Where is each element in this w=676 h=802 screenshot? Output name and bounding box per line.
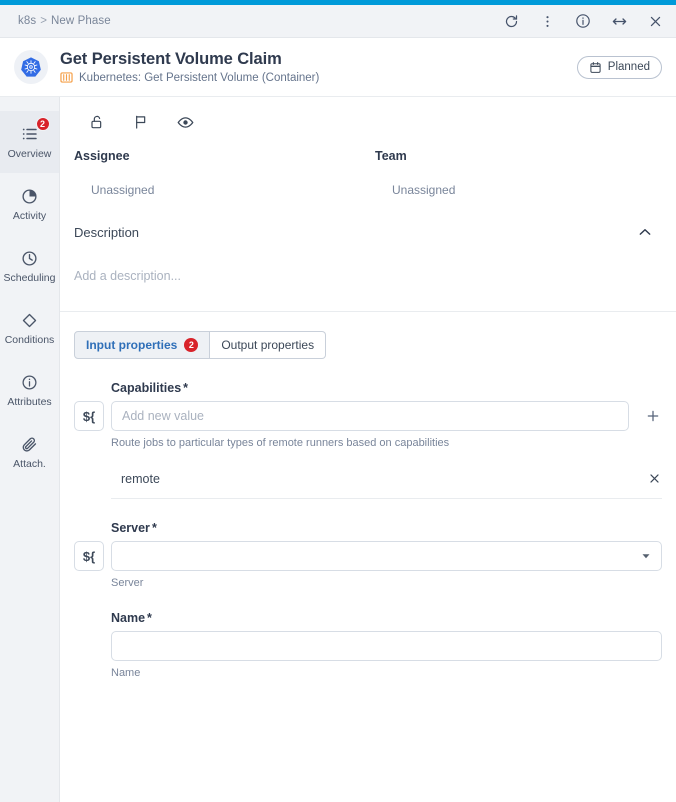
server-help: Server bbox=[111, 577, 144, 589]
description-input[interactable]: Add a description... bbox=[60, 241, 676, 283]
tab-badge: 2 bbox=[184, 338, 199, 352]
plus-icon[interactable] bbox=[644, 407, 662, 425]
capabilities-input[interactable] bbox=[111, 401, 629, 431]
required-marker: * bbox=[147, 611, 152, 625]
close-icon[interactable] bbox=[646, 471, 662, 487]
refresh-icon[interactable] bbox=[502, 12, 520, 30]
field-server: Server * ${ Server bbox=[60, 521, 676, 589]
capabilities-label-text: Capabilities bbox=[111, 381, 182, 395]
title-block: Get Persistent Volume Claim Kubernetes: … bbox=[60, 50, 319, 85]
sidebar-item-attributes[interactable]: Attributes bbox=[0, 359, 59, 421]
page-subtitle-text: Kubernetes: Get Persistent Volume (Conta… bbox=[79, 71, 320, 84]
tab-label: Input properties bbox=[86, 338, 178, 352]
server-label-text: Server bbox=[111, 521, 150, 535]
sidebar-item-scheduling[interactable]: Scheduling bbox=[0, 235, 59, 297]
sidebar-item-overview[interactable]: 2 Overview bbox=[0, 111, 59, 173]
description-header: Description bbox=[60, 197, 676, 241]
task-action-toolbar bbox=[60, 97, 676, 131]
unlock-icon[interactable] bbox=[88, 113, 106, 131]
page-header: Get Persistent Volume Claim Kubernetes: … bbox=[0, 38, 676, 97]
kubernetes-glyph bbox=[21, 57, 41, 77]
clock-icon bbox=[19, 248, 41, 268]
team-block: Team Unassigned bbox=[375, 149, 676, 197]
sidebar: 2 Overview Activity Scheduling Condition… bbox=[0, 97, 60, 802]
sidebar-item-attachments[interactable]: Attach. bbox=[0, 421, 59, 483]
more-vertical-icon[interactable] bbox=[538, 12, 556, 30]
breadcrumb-root[interactable]: k8s bbox=[18, 15, 36, 27]
server-expression-button[interactable]: ${ bbox=[74, 541, 104, 571]
capabilities-input-line: ${ bbox=[74, 401, 676, 431]
paperclip-icon bbox=[19, 434, 41, 454]
name-label-text: Name bbox=[111, 611, 146, 625]
info-icon bbox=[19, 372, 41, 392]
name-input-line bbox=[74, 631, 676, 661]
chevron-up-icon[interactable] bbox=[636, 223, 654, 241]
diamond-icon bbox=[19, 310, 41, 330]
capabilities-value-row: remote bbox=[111, 471, 662, 499]
kubernetes-logo bbox=[14, 50, 48, 84]
field-name: Name * Name bbox=[60, 611, 676, 679]
team-value[interactable]: Unassigned bbox=[375, 183, 676, 197]
team-label: Team bbox=[375, 149, 407, 163]
status-badge-label: Planned bbox=[607, 61, 650, 73]
server-label: Server * bbox=[111, 521, 676, 535]
page-subtitle: Kubernetes: Get Persistent Volume (Conta… bbox=[60, 71, 319, 84]
sidebar-item-conditions[interactable]: Conditions bbox=[0, 297, 59, 359]
window-body: 2 Overview Activity Scheduling Condition… bbox=[0, 97, 676, 802]
sidebar-item-label: Activity bbox=[12, 210, 47, 223]
sidebar-item-label: Conditions bbox=[4, 334, 55, 347]
sidebar-badge-overview: 2 bbox=[35, 117, 50, 132]
list-icon: 2 bbox=[19, 117, 50, 144]
status-badge[interactable]: Planned bbox=[576, 55, 662, 79]
pie-chart-icon bbox=[19, 186, 41, 206]
sidebar-item-label: Scheduling bbox=[3, 272, 56, 285]
breadcrumb-separator: > bbox=[40, 15, 48, 27]
calendar-icon bbox=[590, 61, 601, 73]
capabilities-help: Route jobs to particular types of remote… bbox=[111, 437, 450, 449]
assignee-block: Assignee Unassigned bbox=[74, 149, 375, 197]
capabilities-expression-button[interactable]: ${ bbox=[74, 401, 104, 431]
meta-row: Assignee Unassigned Team Unassigned bbox=[60, 131, 676, 197]
assignee-label: Assignee bbox=[74, 149, 130, 163]
breadcrumb: k8s > New Phase bbox=[18, 15, 111, 27]
tab-label: Output properties bbox=[221, 338, 315, 352]
server-input-line: ${ bbox=[74, 541, 676, 571]
main-content: Assignee Unassigned Team Unassigned Desc… bbox=[60, 97, 676, 802]
name-label: Name * bbox=[111, 611, 676, 625]
flag-icon[interactable] bbox=[132, 113, 150, 131]
titlebar-actions bbox=[502, 12, 664, 30]
capabilities-value-text: remote bbox=[121, 471, 160, 486]
page-title: Get Persistent Volume Claim bbox=[60, 49, 282, 68]
properties-form: Capabilities* ${ Route jobs to particula… bbox=[60, 359, 676, 679]
tab-input-properties[interactable]: Input properties 2 bbox=[74, 331, 211, 359]
sidebar-item-label: Attributes bbox=[7, 396, 52, 409]
sidebar-item-activity[interactable]: Activity bbox=[0, 173, 59, 235]
sidebar-item-label: Attach. bbox=[13, 458, 46, 471]
server-select-wrap bbox=[111, 541, 662, 571]
tab-output-properties[interactable]: Output properties bbox=[210, 331, 327, 359]
eye-icon[interactable] bbox=[176, 113, 194, 131]
server-select[interactable] bbox=[111, 541, 662, 571]
required-marker: * bbox=[151, 521, 157, 535]
capabilities-label: Capabilities * bbox=[111, 381, 676, 395]
name-help: Name bbox=[111, 667, 141, 679]
container-icon bbox=[60, 72, 73, 84]
resize-horizontal-icon[interactable] bbox=[610, 12, 628, 30]
properties-tabs: Input properties 2 Output properties bbox=[60, 312, 676, 359]
sidebar-item-label: Overview bbox=[7, 148, 52, 161]
window-titlebar: k8s > New Phase bbox=[0, 5, 676, 38]
field-capabilities: Capabilities* ${ Route jobs to particula… bbox=[60, 381, 676, 499]
assignee-value[interactable]: Unassigned bbox=[74, 183, 375, 197]
info-icon[interactable] bbox=[574, 12, 592, 30]
close-icon[interactable] bbox=[646, 12, 664, 30]
task-detail-window: k8s > New Phase Get Persistent Volume Cl… bbox=[0, 0, 676, 802]
description-title: Description bbox=[74, 224, 140, 240]
breadcrumb-current[interactable]: New Phase bbox=[51, 15, 111, 27]
name-input[interactable] bbox=[111, 631, 662, 661]
name-input-wrap bbox=[111, 631, 662, 661]
required-marker: * bbox=[183, 381, 189, 395]
